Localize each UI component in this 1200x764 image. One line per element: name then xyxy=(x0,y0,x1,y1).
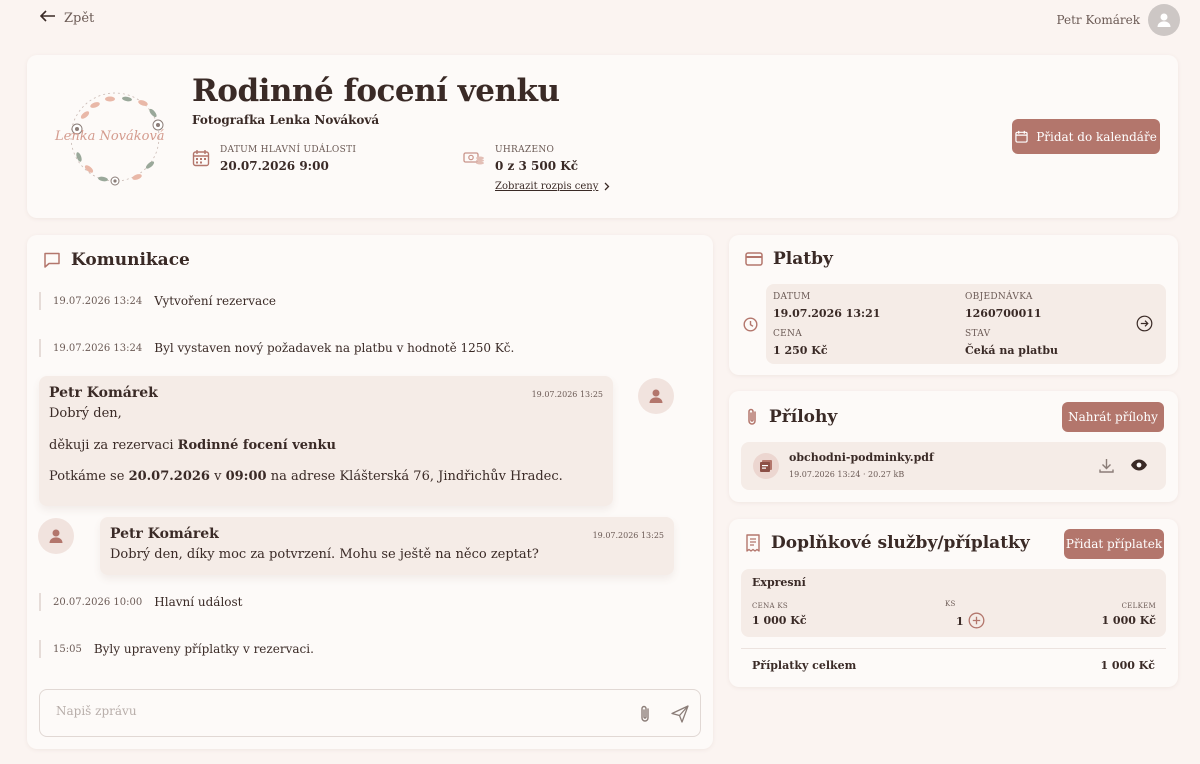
paperclip-icon[interactable] xyxy=(638,704,652,724)
communication-title-text: Komunikace xyxy=(71,250,190,270)
photographer-name: Fotografka Lenka Nováková xyxy=(192,113,380,127)
chevron-right-icon xyxy=(604,182,610,191)
clock-icon xyxy=(743,317,758,332)
event-text: Hlavní událost xyxy=(154,595,243,609)
paperclip-icon xyxy=(748,408,756,425)
avatar[interactable] xyxy=(1148,4,1180,36)
event-text: Vytvoření rezervace xyxy=(154,294,277,308)
surcharge-row: Expresní CENA KS 1 000 Kč KS 1 CELKEM 1 … xyxy=(741,569,1166,637)
surcharge-quantity-label: KS xyxy=(945,600,956,608)
event-text: Byl vystaven nový požadavek na platbu v … xyxy=(154,341,515,355)
add-to-calendar-label: Přidat do kalendáře xyxy=(1036,129,1157,144)
divider xyxy=(741,648,1166,649)
message-line: Dobrý den, xyxy=(49,406,122,421)
extra-services-card: Doplňkové služby/příplatky Přidat přípla… xyxy=(729,519,1178,687)
credit-card-icon xyxy=(745,252,763,266)
paid-label: UHRAZENO xyxy=(495,145,555,155)
add-to-calendar-button[interactable]: Přidat do kalendáře xyxy=(1012,119,1160,154)
coins-icon xyxy=(463,149,485,192)
surcharge-quantity-value: 1 xyxy=(956,615,964,628)
chat-message-incoming: Petr Komárek 19.07.2026 13:25 Dobrý den,… xyxy=(39,376,613,506)
event-time: 15:05 xyxy=(53,643,82,655)
attachment-row[interactable]: obchodni-podminky.pdf 19.07.2026 13:24 ·… xyxy=(741,442,1166,490)
payments-title-text: Platby xyxy=(773,249,833,269)
paid-value: 0 z 3 500 Kč xyxy=(495,159,579,173)
send-icon[interactable] xyxy=(670,704,690,724)
communication-title: Komunikace xyxy=(43,250,190,270)
photographer-logo: Lenka Nováková xyxy=(55,77,195,197)
payment-price: CENA 1 250 Kč xyxy=(773,329,828,357)
message-line: děkuji za rezervaci Rodinné focení venku xyxy=(49,438,336,453)
chat-message-outgoing: Petr Komárek 19.07.2026 13:25 Dobrý den,… xyxy=(100,517,674,575)
surcharge-name: Expresní xyxy=(752,576,806,589)
top-bar: Zpět Petr Komárek xyxy=(0,0,1200,38)
logo-text: Lenka Nováková xyxy=(55,129,165,144)
user-name: Petr Komárek xyxy=(1056,13,1140,27)
event-time: 19.07.2026 13:24 xyxy=(53,342,143,354)
extra-services-title-text: Doplňkové služby/příplatky xyxy=(771,533,1030,553)
receipt-icon xyxy=(746,534,760,552)
booking-header-card: Lenka Nováková Rodinné focení venku Foto… xyxy=(27,55,1178,218)
attachments-title: Přílohy xyxy=(745,407,837,427)
timeline-event: 19.07.2026 13:24 Byl vystaven nový požad… xyxy=(39,339,514,357)
timeline-event: 19.07.2026 13:24 Vytvoření rezervace xyxy=(39,292,276,310)
calendar-icon xyxy=(192,149,210,173)
user-icon xyxy=(1157,13,1171,27)
back-button[interactable]: Zpět xyxy=(39,10,95,26)
attachments-card: Přílohy Nahrát přílohy obchodni-podminky… xyxy=(729,391,1178,502)
back-label: Zpět xyxy=(64,10,95,26)
payment-summary-block: UHRAZENO 0 z 3 500 Kč Zobrazit rozpis ce… xyxy=(463,145,610,192)
event-time: 19.07.2026 13:24 xyxy=(53,295,143,307)
pdf-file-icon xyxy=(753,453,779,479)
message-line: Dobrý den, díky moc za potvrzení. Mohu s… xyxy=(110,547,539,562)
user-icon xyxy=(49,529,63,543)
payment-order: OBJEDNÁVKA 1260700011 xyxy=(965,292,1042,320)
calendar-icon xyxy=(1015,130,1028,143)
attachment-file-meta: 19.07.2026 13:24 · 20.27 kB xyxy=(789,470,905,479)
attachment-file-name[interactable]: obchodni-podminky.pdf xyxy=(789,451,934,464)
communication-card: Komunikace 19.07.2026 13:24 Vytvoření re… xyxy=(27,235,713,749)
avatar xyxy=(38,518,74,554)
arrow-left-icon xyxy=(39,10,56,26)
surcharge-unit-price: CENA KS 1 000 Kč xyxy=(752,602,807,627)
event-text: Byly upraveny příplatky v rezervaci. xyxy=(93,642,314,656)
event-date-label: DATUM HLAVNÍ UDÁLOSTI xyxy=(220,145,357,155)
payment-row[interactable]: DATUM 19.07.2026 13:21 OBJEDNÁVKA 126070… xyxy=(766,284,1166,364)
message-author: Petr Komárek xyxy=(110,526,219,542)
message-time: 19.07.2026 13:25 xyxy=(531,390,603,399)
event-date-value: 20.07.2026 9:00 xyxy=(220,159,329,173)
chat-icon xyxy=(44,252,60,268)
attachments-title-text: Přílohy xyxy=(769,407,838,427)
timeline-event: 20.07.2026 10:00 Hlavní událost xyxy=(39,593,243,611)
upload-attachments-button[interactable]: Nahrát přílohy xyxy=(1062,402,1164,432)
page-title: Rodinné focení venku xyxy=(192,73,560,109)
payment-status: STAV Čeká na platbu xyxy=(965,329,1059,357)
user-menu[interactable]: Petr Komárek xyxy=(1056,4,1180,36)
payments-card: Platby DATUM 19.07.2026 13:21 OBJEDNÁVKA… xyxy=(729,235,1178,375)
price-breakdown-label: Zobrazit rozpis ceny xyxy=(495,181,599,192)
arrow-right-circle-icon[interactable] xyxy=(1136,315,1153,332)
payment-date: DATUM 19.07.2026 13:21 xyxy=(773,292,881,320)
message-time: 19.07.2026 13:25 xyxy=(592,531,664,540)
price-breakdown-link[interactable]: Zobrazit rozpis ceny xyxy=(495,181,610,192)
eye-icon[interactable] xyxy=(1130,458,1148,472)
surcharge-total: CELKEM 1 000 Kč xyxy=(1101,602,1156,627)
message-author: Petr Komárek xyxy=(49,385,158,401)
surcharges-total-value: 1 000 Kč xyxy=(1100,659,1155,672)
payments-title: Platby xyxy=(745,249,833,269)
avatar xyxy=(638,378,674,414)
event-time: 20.07.2026 10:00 xyxy=(53,596,143,608)
message-input[interactable] xyxy=(56,704,616,718)
message-composer xyxy=(39,689,701,737)
add-surcharge-button[interactable]: Přidat příplatek xyxy=(1064,529,1164,559)
extra-services-title: Doplňkové služby/příplatky xyxy=(745,533,1030,553)
user-icon xyxy=(649,389,663,403)
timeline-event: 15:05 Byly upraveny příplatky v rezervac… xyxy=(39,640,314,658)
download-icon[interactable] xyxy=(1098,457,1115,474)
event-date-block: DATUM HLAVNÍ UDÁLOSTI 20.07.2026 9:00 xyxy=(192,145,356,173)
plus-circle-icon[interactable] xyxy=(968,612,985,629)
surcharges-total-label: Příplatky celkem xyxy=(752,659,857,672)
message-line: Potkáme se 20.07.2026 v 09:00 na adrese … xyxy=(49,469,563,484)
